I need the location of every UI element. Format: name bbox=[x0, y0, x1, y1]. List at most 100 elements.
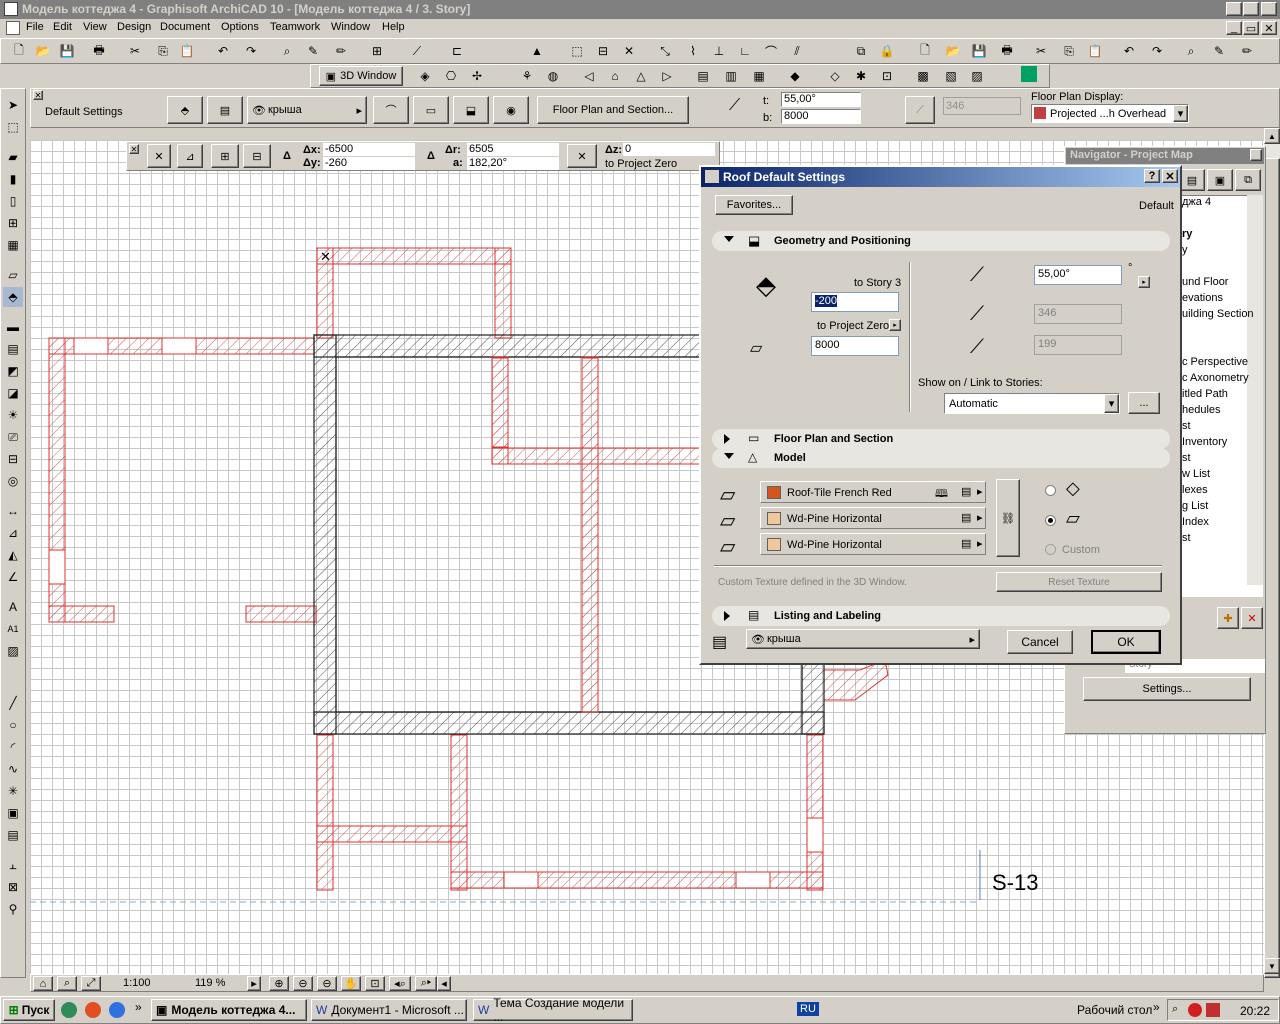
scroll-left-button[interactable]: ◂ bbox=[437, 976, 451, 991]
nav-up-icon[interactable]: △ bbox=[631, 66, 651, 86]
dialog-close-button[interactable]: ✕ bbox=[1162, 169, 1178, 183]
show-on-more-button[interactable]: ... bbox=[1128, 392, 1160, 414]
paste2-icon[interactable]: 📋 bbox=[1085, 41, 1105, 61]
color-block-icon[interactable] bbox=[1021, 66, 1037, 82]
render4-icon[interactable]: ⊡ bbox=[877, 66, 897, 86]
view-c-icon[interactable]: ▦ bbox=[749, 66, 769, 86]
worksheet-tool-icon[interactable]: ⚲ bbox=[3, 899, 23, 919]
t-input[interactable]: 55,00° bbox=[781, 92, 861, 107]
nav-left-icon[interactable]: ◁ bbox=[579, 66, 599, 86]
3d-window-button[interactable]: ▣ 3D Window bbox=[319, 66, 403, 86]
nav-right-icon[interactable]: ▷ bbox=[657, 66, 677, 86]
section-model[interactable]: Model bbox=[712, 448, 1170, 468]
print-icon[interactable]: 🖶 bbox=[89, 41, 109, 61]
coord-close-button[interactable]: ✕ bbox=[129, 144, 139, 154]
layer-icon[interactable]: ▲ bbox=[527, 41, 547, 61]
redo2-icon[interactable]: ↷ bbox=[1147, 41, 1167, 61]
project-zero-button[interactable]: ✕ bbox=[567, 144, 597, 168]
roof-tool-icon[interactable]: ⬘ bbox=[3, 287, 23, 307]
beam-tool-icon[interactable]: ▬ bbox=[3, 317, 23, 337]
nav-item-14[interactable]: lexes bbox=[1182, 484, 1208, 496]
split-icon[interactable]: ⌇ bbox=[683, 41, 703, 61]
adjust-icon[interactable]: ⊥ bbox=[709, 41, 729, 61]
copy2-icon[interactable]: ⎘ bbox=[1059, 41, 1079, 61]
inject-icon[interactable]: ✏ bbox=[331, 41, 351, 61]
stair-tool-icon[interactable]: ▦ bbox=[3, 235, 23, 255]
label-tool-icon[interactable]: A1 bbox=[3, 619, 23, 639]
dimension-icon[interactable]: ⊟ bbox=[593, 41, 613, 61]
nav-new-button[interactable]: ✚ bbox=[1217, 607, 1239, 629]
pitch-input[interactable]: 55,00° bbox=[1034, 265, 1122, 285]
arc-tool-icon[interactable]: ◜ bbox=[3, 737, 23, 757]
line-tool-icon[interactable]: ╱ bbox=[3, 693, 23, 713]
vertical-scrollbar[interactable]: ▲ ▼ bbox=[1264, 128, 1280, 978]
render3-icon[interactable]: ✱ bbox=[851, 66, 871, 86]
task-word-2[interactable]: W Тема Создание модели ... bbox=[473, 996, 633, 1024]
intersect-icon[interactable]: ∟ bbox=[735, 41, 755, 61]
nav-item-10[interactable]: st bbox=[1182, 420, 1191, 432]
dialog-layer-selector[interactable]: 👁 крыша ▸ bbox=[746, 629, 980, 649]
menu-help[interactable]: Help bbox=[382, 21, 405, 33]
zoom-out2-icon[interactable]: ⊖ bbox=[317, 976, 337, 991]
render6-icon[interactable]: ▧ bbox=[941, 66, 961, 86]
connect-icon[interactable]: ⤡ bbox=[655, 41, 675, 61]
chevron-down-icon[interactable]: ▾ bbox=[1173, 105, 1188, 122]
pick-icon[interactable]: ✎ bbox=[303, 41, 323, 61]
pick2-icon[interactable]: ✎ bbox=[1209, 41, 1229, 61]
wall-tool-icon[interactable]: ▰ bbox=[3, 147, 23, 167]
drawing-tool-icon[interactable]: ▤ bbox=[3, 825, 23, 845]
nav-item-0[interactable]: джа 4 bbox=[1182, 196, 1211, 208]
nav-item-9[interactable]: hedules bbox=[1182, 404, 1221, 416]
nav-item-4[interactable]: evations bbox=[1182, 292, 1223, 304]
view-a-icon[interactable]: ▤ bbox=[693, 66, 713, 86]
task-archicad[interactable]: ▣ Модель коттеджа 4... bbox=[151, 999, 307, 1021]
detail-tool-icon[interactable]: ⊠ bbox=[3, 877, 23, 897]
section-geometry[interactable]: Geometry and Positioning bbox=[712, 231, 1170, 251]
redo-icon[interactable]: ↷ bbox=[241, 41, 261, 61]
close-x-icon[interactable]: ✕ bbox=[619, 41, 639, 61]
new-icon[interactable]: 🗋 bbox=[9, 41, 29, 61]
mesh-tool-icon[interactable]: ▤ bbox=[3, 339, 23, 359]
paste-icon[interactable]: 📋 bbox=[177, 41, 197, 61]
scale-readout[interactable]: 1:100 bbox=[123, 977, 151, 989]
save2-icon[interactable]: 💾 bbox=[969, 41, 989, 61]
toolbox-close-button[interactable]: ✕ bbox=[33, 90, 43, 100]
circle-tool-icon[interactable]: ○ bbox=[3, 715, 23, 735]
undo-icon[interactable]: ↶ bbox=[213, 41, 233, 61]
section-tool-icon[interactable]: ⊟ bbox=[3, 449, 23, 469]
orbit-icon[interactable]: ◍ bbox=[543, 66, 563, 86]
view-b-icon[interactable]: ▥ bbox=[721, 66, 741, 86]
scroll-down-button[interactable]: ▼ bbox=[1264, 958, 1280, 974]
view-box-icon[interactable]: ◈ bbox=[415, 66, 435, 86]
doc-close-button[interactable]: ✕ bbox=[1261, 21, 1277, 35]
minimize-button[interactable]: _ bbox=[1226, 2, 1242, 16]
a-input[interactable]: 182,20° bbox=[467, 157, 559, 170]
project-zero-toggle[interactable]: ▸ bbox=[889, 319, 901, 331]
floor-plan-section-button[interactable]: Floor Plan and Section... bbox=[537, 96, 689, 124]
home-icon[interactable]: ⌂ bbox=[605, 66, 625, 86]
nav-view-map-button[interactable]: ▣ bbox=[1207, 169, 1233, 191]
scroll-up-button[interactable]: ▲ bbox=[1264, 128, 1280, 144]
fill-tool-icon[interactable]: ▨ bbox=[3, 641, 23, 661]
nav-item-7[interactable]: c Axonometry bbox=[1182, 372, 1249, 384]
nav-tree-scrollbar[interactable] bbox=[1247, 195, 1263, 585]
nav-item-17[interactable]: st bbox=[1182, 532, 1191, 544]
quicklaunch-2-icon[interactable] bbox=[85, 1002, 101, 1018]
marquee-icon[interactable]: ⬚ bbox=[567, 41, 587, 61]
radial-tool-icon[interactable]: ◭ bbox=[3, 545, 23, 565]
figure-tool-icon[interactable]: ▣ bbox=[3, 803, 23, 823]
snap-off-button[interactable]: ✕ bbox=[147, 144, 171, 168]
status-icon-2[interactable]: ⌕ bbox=[57, 976, 77, 991]
snap-construct-button[interactable]: ⊟ bbox=[243, 144, 271, 168]
floor-plan-display-select[interactable]: Projected ...h Overhead ▾ bbox=[1031, 104, 1189, 123]
fillet-icon[interactable]: ⌒ bbox=[761, 41, 781, 61]
nav-item-13[interactable]: w List bbox=[1182, 468, 1210, 480]
language-indicator[interactable]: RU bbox=[797, 1002, 819, 1016]
tray-search-icon[interactable]: ⌕ bbox=[1172, 1003, 1178, 1016]
trace-icon[interactable]: ⊏ bbox=[447, 41, 467, 61]
menu-view[interactable]: View bbox=[83, 21, 107, 33]
nav-settings-button[interactable]: Settings... bbox=[1083, 677, 1251, 701]
thickness-input[interactable]: 8000 bbox=[811, 336, 899, 356]
render5-icon[interactable]: ▩ bbox=[913, 66, 933, 86]
window-tool-icon[interactable]: ⊞ bbox=[3, 213, 23, 233]
